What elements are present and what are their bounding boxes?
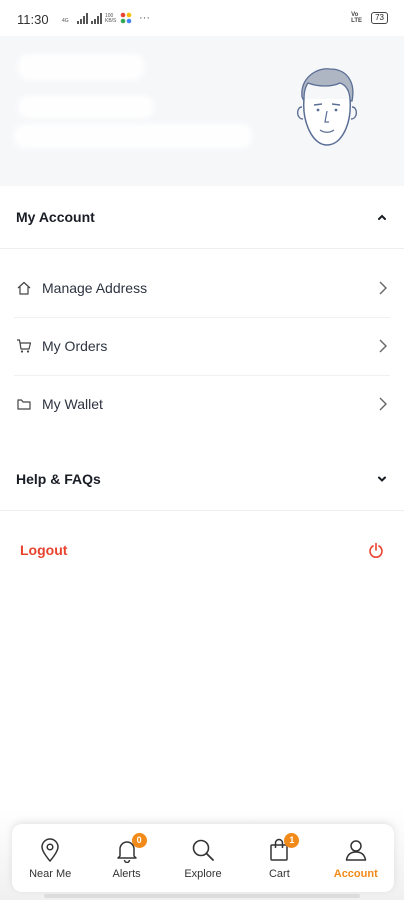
status-time: 11:30 [17, 12, 49, 27]
signal-icon [77, 13, 88, 24]
signal-icon-2 [91, 13, 102, 24]
divider [0, 510, 404, 511]
network-type-label: 4G [62, 18, 69, 24]
alerts-badge: 0 [131, 833, 147, 848]
menu-item-label: My Wallet [42, 396, 103, 412]
power-icon [369, 542, 383, 558]
menu-item-my-orders[interactable]: My Orders [0, 317, 404, 375]
menu-item-my-wallet[interactable]: My Wallet [0, 375, 404, 433]
chevron-right-icon [379, 397, 387, 411]
menu-item-label: My Orders [42, 338, 108, 354]
help-faqs-title: Help & FAQs [16, 471, 101, 487]
nav-label: Cart [268, 867, 290, 880]
nav-label: Alerts [112, 867, 141, 880]
nav-label: Explore [184, 867, 222, 880]
home-icon [17, 281, 31, 295]
nav-label: Account [333, 867, 378, 880]
volte-label: Vo LTE [351, 12, 362, 24]
signal-indicators: 4G 100 KB/S ··· [62, 12, 150, 24]
menu-item-manage-address[interactable]: Manage Address [0, 259, 404, 317]
battery-icon: 73 [371, 12, 388, 24]
nav-near-me[interactable]: Near Me [15, 828, 85, 888]
chevron-up-icon [378, 214, 386, 220]
location-pin-icon [41, 837, 59, 862]
cart-badge: 1 [284, 833, 300, 848]
chevron-right-icon [379, 339, 387, 353]
app-notification-icon [120, 12, 132, 24]
blurred-phone [14, 124, 252, 148]
search-icon [192, 839, 214, 861]
blurred-name [18, 54, 144, 80]
status-right: Vo LTE 73 [351, 12, 388, 24]
avatar[interactable] [294, 67, 360, 153]
network-speed-label: 100 KB/S [105, 13, 117, 24]
wallet-icon [17, 399, 31, 410]
chevron-down-icon [378, 476, 386, 482]
home-indicator [44, 894, 360, 898]
my-account-section-header[interactable]: My Account [0, 186, 404, 248]
nav-cart[interactable]: 1 Cart [244, 828, 314, 888]
logout-label: Logout [20, 542, 68, 558]
help-faqs-section-header[interactable]: Help & FAQs [0, 448, 404, 510]
nav-alerts[interactable]: 0 Alerts [92, 828, 162, 888]
more-notifications-icon: ··· [139, 12, 150, 24]
chevron-right-icon [379, 281, 387, 295]
profile-header [0, 36, 404, 186]
logout-button[interactable]: Logout [0, 522, 404, 578]
nav-account[interactable]: Account [321, 828, 391, 888]
status-bar: 11:30 4G 100 KB/S ··· Vo LTE 73 [0, 0, 404, 36]
bottom-nav: Near Me 0 Alerts Explore 1 Cart Account [12, 824, 394, 892]
nav-explore[interactable]: Explore [168, 828, 238, 888]
my-account-title: My Account [16, 209, 95, 225]
nav-label: Near Me [29, 867, 72, 880]
user-icon [345, 839, 366, 861]
menu-item-label: Manage Address [42, 280, 148, 296]
blurred-email [18, 96, 154, 118]
divider [0, 248, 404, 249]
cart-icon [17, 339, 32, 353]
